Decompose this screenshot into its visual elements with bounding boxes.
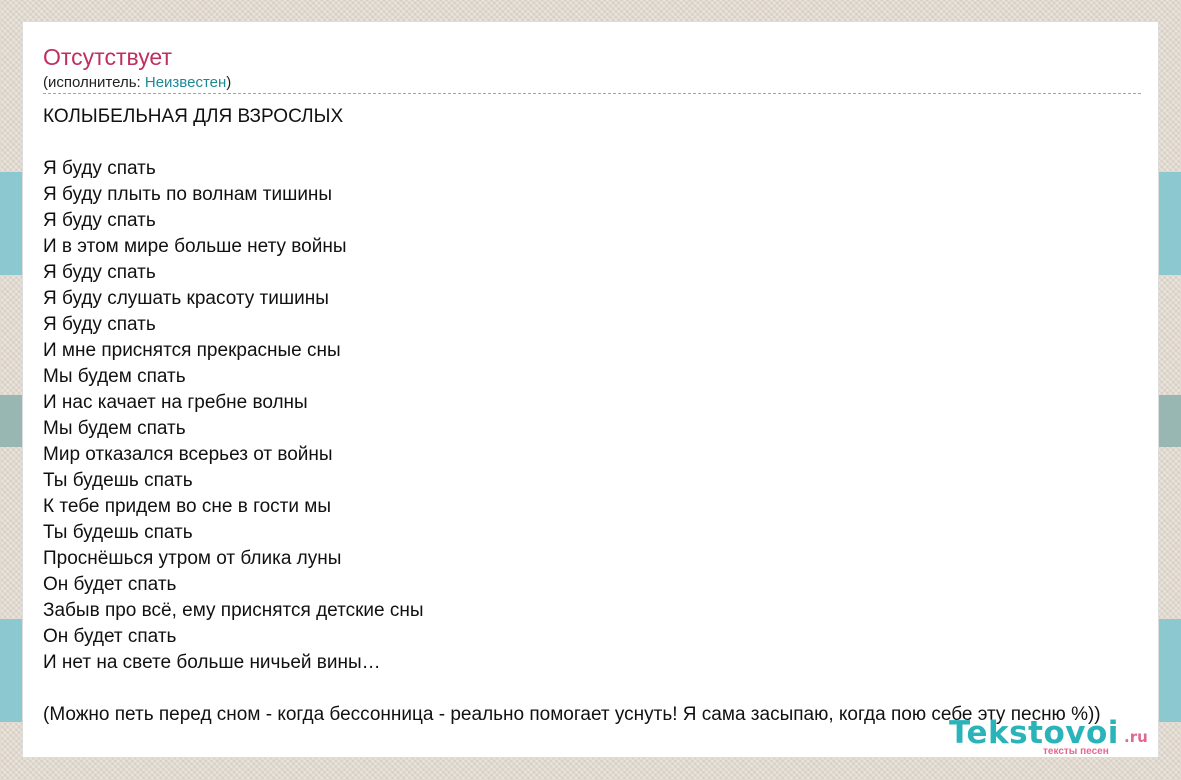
site-logo[interactable]: Tekstovoi .ru тексты песен bbox=[949, 714, 1154, 760]
lyrics-text: КОЛЫБЕЛЬНАЯ ДЛЯ ВЗРОСЛЫХ Я буду спать Я … bbox=[43, 106, 1101, 725]
artist-prefix: (исполнитель: bbox=[43, 74, 145, 91]
lyrics-card: Отсутствует (исполнитель: Неизвестен) КО… bbox=[22, 21, 1159, 758]
logo-domain: .ru bbox=[1124, 728, 1148, 746]
artist-link[interactable]: Неизвестен bbox=[145, 74, 226, 91]
logo-tagline: тексты песен bbox=[1043, 746, 1109, 757]
artist-suffix: ) bbox=[226, 74, 232, 91]
song-title: Отсутствует bbox=[43, 44, 172, 70]
artist-line: (исполнитель: Неизвестен) bbox=[43, 74, 231, 91]
dashed-divider bbox=[43, 93, 1141, 94]
